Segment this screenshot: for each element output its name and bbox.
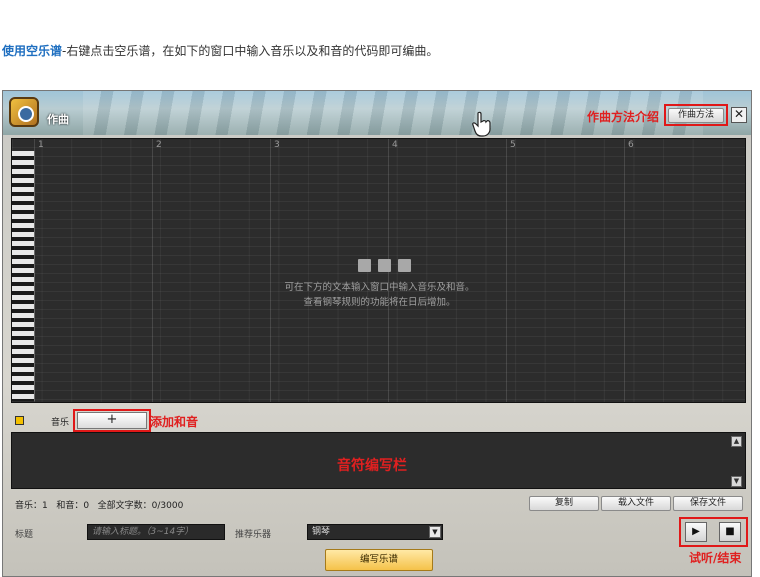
music-count: 音乐：1	[15, 501, 48, 511]
add-harmony-button[interactable]: +	[77, 412, 147, 429]
editor-annotation: 音符编写栏	[337, 458, 407, 474]
hand-cursor-icon	[472, 111, 491, 137]
char-count: 全部文字数：0/3000	[97, 501, 184, 511]
save-file-button[interactable]: 保存文件	[673, 496, 743, 511]
note-editor[interactable]: 音符编写栏 ▲ ▼	[11, 432, 746, 489]
title-label: 标题	[15, 530, 34, 540]
music-box-icon	[9, 97, 39, 127]
measure-number: 3	[274, 140, 280, 150]
chevron-down-icon[interactable]: ▼	[429, 526, 441, 538]
status-counts: 音乐：1 和音：0 全部文字数：0/3000	[15, 498, 183, 511]
guide-annotation: 作曲方法介绍	[587, 110, 660, 124]
track-tab-row: 音乐 + 添加和音	[11, 409, 746, 432]
track-checkbox[interactable]	[15, 416, 24, 425]
add-harmony-annotation: 添加和音	[150, 415, 199, 429]
piano-keys	[12, 151, 35, 401]
measure-number: 4	[392, 140, 398, 150]
play-button[interactable]: ▶	[685, 522, 707, 542]
intro-text: 使用空乐谱-右键点击空乐谱，在如下的窗口中输入音乐以及和音的代码即可编曲。	[2, 42, 438, 59]
close-icon[interactable]: ✕	[731, 107, 747, 123]
instrument-select[interactable]: 钢琴 ▼	[307, 524, 443, 540]
instrument-value: 钢琴	[312, 527, 331, 537]
title-bar[interactable]: 作曲 作曲方法介绍 作曲方法 ✕	[3, 91, 751, 137]
stop-button[interactable]: ■	[719, 522, 741, 542]
guide-button[interactable]: 作曲方法	[668, 108, 724, 123]
window-title: 作曲	[47, 113, 69, 126]
loading-indicator	[358, 257, 418, 276]
piano-roll-grid[interactable]: 1 2 3 4 5 6 可在下方的文本输入窗口中输入音乐及和音。 查看钢琴规则的…	[11, 138, 746, 403]
compose-score-button[interactable]: 编写乐谱	[325, 549, 433, 571]
grid-message-2: 查看钢琴规则的功能将在日后增加。	[303, 297, 456, 308]
instrument-label: 推荐乐器	[235, 530, 272, 540]
scroll-down-button[interactable]: ▼	[731, 476, 742, 487]
intro-highlight: 使用空乐谱	[2, 44, 63, 58]
play-stop-annotation: 试听/结束	[689, 551, 742, 565]
measure-number: 5	[510, 140, 516, 150]
compose-window: 作曲 作曲方法介绍 作曲方法 ✕ 1 2 3 4 5 6 可在下方的文本输入窗口…	[2, 90, 752, 577]
grid-message-1: 可在下方的文本输入窗口中输入音乐及和音。	[284, 282, 475, 293]
measure-number: 6	[628, 140, 634, 150]
copy-button[interactable]: 复制	[529, 496, 599, 511]
load-file-button[interactable]: 载入文件	[601, 496, 671, 511]
harmony-count: 和音：0	[56, 501, 90, 511]
title-input[interactable]: 请输入标题。（3~14字）	[87, 524, 225, 540]
tab-music[interactable]: 音乐	[51, 415, 69, 428]
scroll-up-button[interactable]: ▲	[731, 436, 742, 447]
intro-body: -右键点击空乐谱，在如下的窗口中输入音乐以及和音的代码即可编曲。	[62, 44, 439, 58]
measure-number: 1	[38, 140, 44, 150]
measure-number: 2	[156, 140, 162, 150]
